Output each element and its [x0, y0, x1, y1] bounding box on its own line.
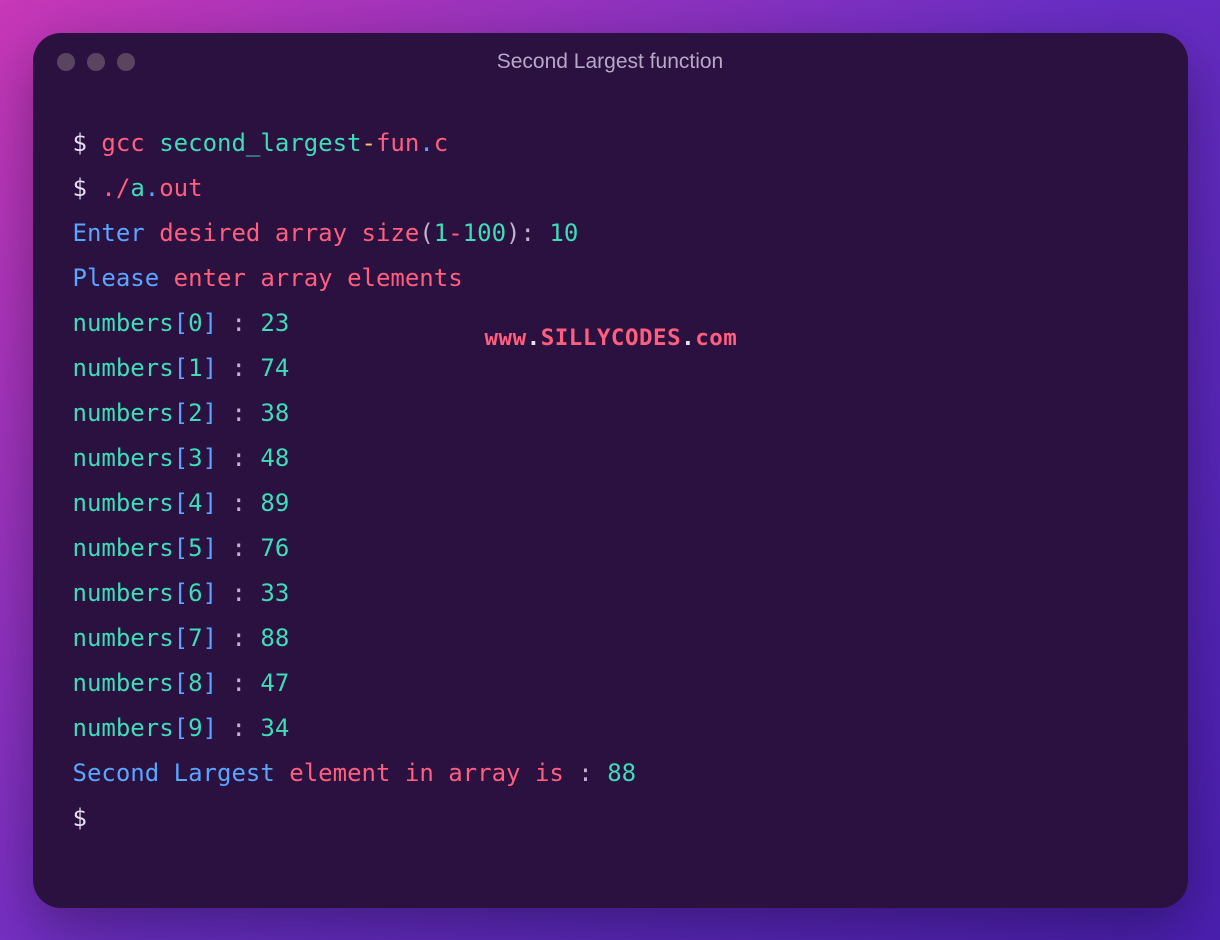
terminal-line: $ gcc second_largest-fun.c	[73, 121, 1148, 166]
terminal-body[interactable]: www.SILLYCODES.com $ gcc second_largest-…	[33, 91, 1188, 908]
minimize-icon[interactable]	[87, 53, 105, 71]
terminal-window: Second Largest function www.SILLYCODES.c…	[33, 33, 1188, 908]
terminal-line: Enter desired array size(1-100): 10	[73, 211, 1148, 256]
terminal-line-entry: numbers[8] : 47	[73, 661, 1148, 706]
terminal-line-entry: numbers[2] : 38	[73, 391, 1148, 436]
terminal-line-entry: numbers[6] : 33	[73, 571, 1148, 616]
window-controls	[57, 53, 135, 71]
terminal-line-entry: numbers[1] : 74	[73, 346, 1148, 391]
terminal-line-entry: numbers[0] : 23	[73, 301, 1148, 346]
terminal-line-entry: numbers[4] : 89	[73, 481, 1148, 526]
terminal-line-result: Second Largest element in array is : 88	[73, 751, 1148, 796]
prompt-symbol: $	[73, 804, 87, 832]
prompt-symbol: $	[73, 174, 87, 202]
close-icon[interactable]	[57, 53, 75, 71]
terminal-line-entry: numbers[5] : 76	[73, 526, 1148, 571]
titlebar: Second Largest function	[33, 33, 1188, 91]
terminal-line-entry: numbers[9] : 34	[73, 706, 1148, 751]
maximize-icon[interactable]	[117, 53, 135, 71]
terminal-line: $	[73, 796, 1148, 841]
prompt-symbol: $	[73, 129, 87, 157]
terminal-line-entry: numbers[3] : 48	[73, 436, 1148, 481]
entries-list: numbers[0] : 23numbers[1] : 74numbers[2]…	[73, 301, 1148, 751]
terminal-line: Please enter array elements	[73, 256, 1148, 301]
terminal-line-entry: numbers[7] : 88	[73, 616, 1148, 661]
window-title: Second Largest function	[33, 50, 1188, 74]
terminal-line: $ ./a.out	[73, 166, 1148, 211]
